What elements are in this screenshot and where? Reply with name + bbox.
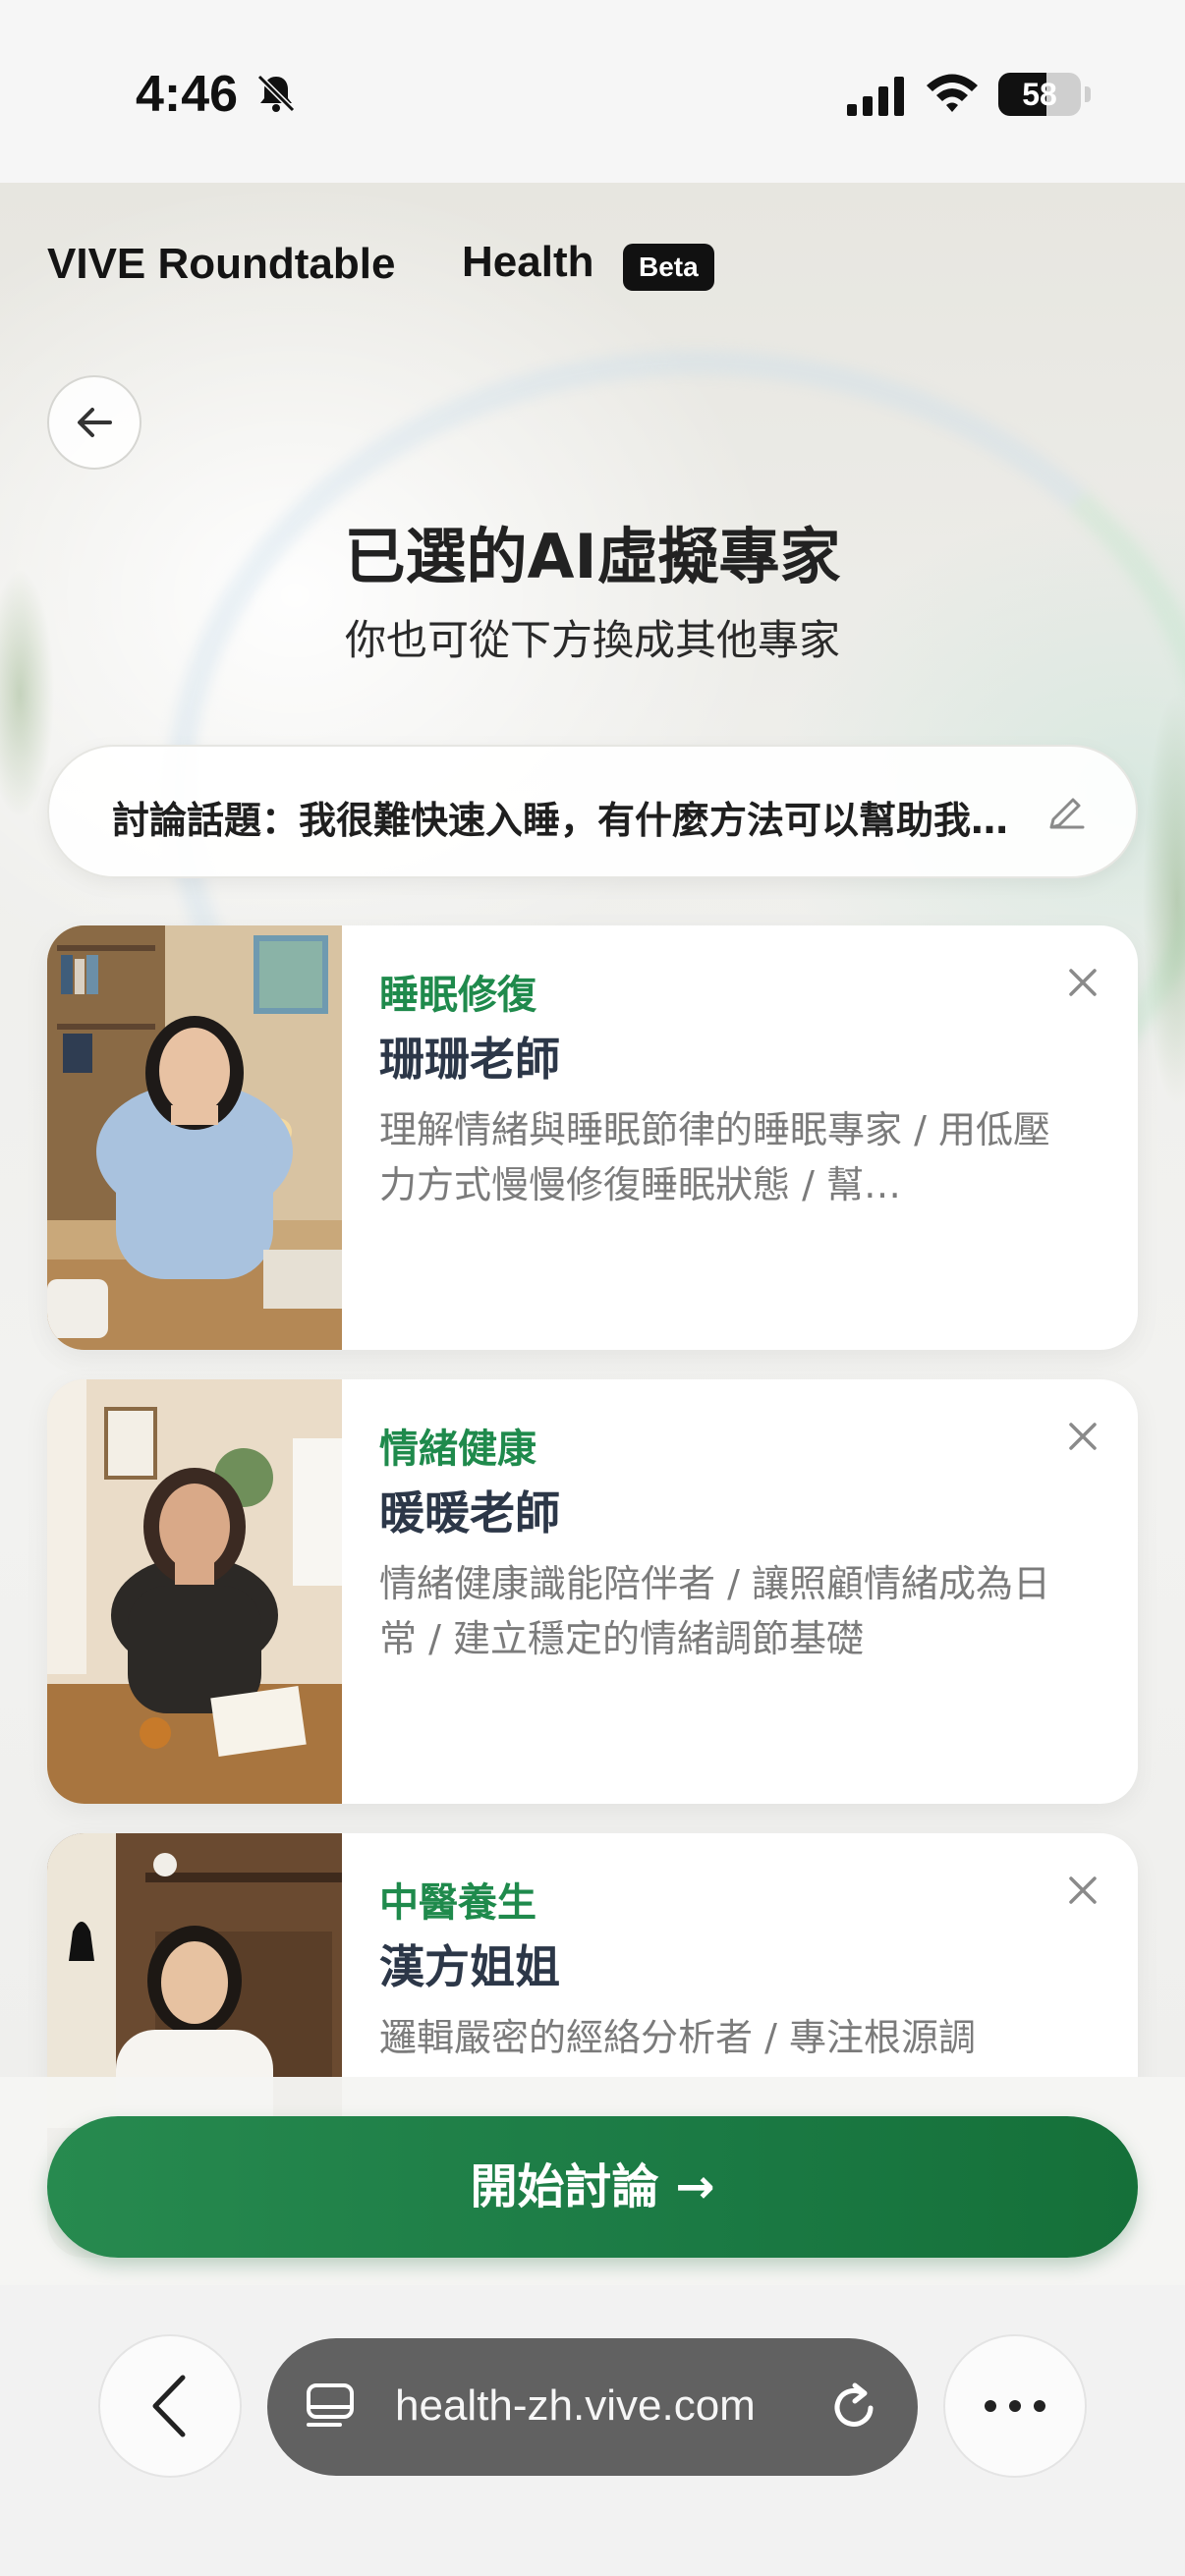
cta-area: 開始討論 → [0,2077,1185,2285]
page-title: 已選的AI虛擬專家 [344,521,841,592]
expert-photo [47,1379,342,1804]
wifi-icon [927,74,978,112]
start-discussion-button[interactable]: 開始討論 → [47,2116,1138,2258]
expert-card[interactable]: 情緒健康 暖暖老師 情緒健康識能陪伴者 / 讓照顧情緒成為日常 / 建立穩定的情… [47,1379,1138,1804]
expert-name: 珊珊老師 [379,1033,560,1086]
back-button[interactable] [47,375,141,470]
brand-name[interactable]: VIVE Roundtable [47,240,395,289]
signal-icon [847,77,904,116]
page-subtitle: 你也可從下方換成其他專家 [344,616,840,664]
brand-product: Health [462,238,594,286]
bell-slash-icon [256,74,296,113]
status-bar: 4:46 58 [0,0,1185,183]
browser-toolbar: health-zh.vive.com [0,2285,1185,2576]
close-icon[interactable] [1065,965,1100,1000]
topic-text: 討論話題：我很難快速入睡，有什麼方法可以幫助我更快入睡？ [112,799,1016,842]
expert-category: 中醫養生 [379,1880,536,1926]
more-options-button[interactable] [943,2334,1087,2478]
expert-category: 情緒健康 [379,1427,536,1472]
status-time: 4:46 [136,66,239,123]
ellipsis-icon [985,2400,1045,2412]
discussion-topic[interactable]: 討論話題：我很難快速入睡，有什麼方法可以幫助我更快入睡？ [47,745,1138,878]
close-icon[interactable] [1065,1873,1100,1908]
url-text: health-zh.vive.com [395,2381,756,2430]
reload-icon[interactable] [825,2380,882,2436]
expert-card[interactable]: 睡眠修復 珊珊老師 理解情緒與睡眠節律的睡眠專家 / 用低壓力方式慢慢修復睡眠狀… [47,925,1138,1350]
battery-indicator: 58 [998,73,1081,116]
expert-name: 漢方姐姐 [379,1940,560,1993]
expert-description: 理解情緒與睡眠節律的睡眠專家 / 用低壓力方式慢慢修復睡眠狀態 / 幫… [379,1108,1050,1206]
beta-badge: Beta [623,244,714,291]
expert-photo [47,925,342,1350]
app-content: VIVE Roundtable Health Beta 已選的AI虛擬專家 你也… [0,183,1185,2285]
pencil-icon[interactable] [1044,792,1087,835]
expert-category: 睡眠修復 [379,973,536,1018]
tabs-icon[interactable] [303,2380,358,2435]
close-icon[interactable] [1065,1419,1100,1454]
chevron-left-icon [152,2375,186,2437]
browser-back-button[interactable] [98,2334,242,2478]
top-bar: VIVE Roundtable Health Beta [0,183,1185,350]
battery-percent: 58 [1022,77,1057,112]
battery-tip [1085,86,1091,102]
expert-name: 暖暖老師 [379,1486,560,1540]
address-bar[interactable]: health-zh.vive.com [267,2338,918,2476]
expert-description: 情緒健康識能陪伴者 / 讓照顧情緒成為日常 / 建立穩定的情緒調節基礎 [379,1562,1050,1660]
expert-description: 邏輯嚴密的經絡分析者 / 專注根源調 [379,2016,976,2059]
arrow-left-icon [78,408,112,437]
